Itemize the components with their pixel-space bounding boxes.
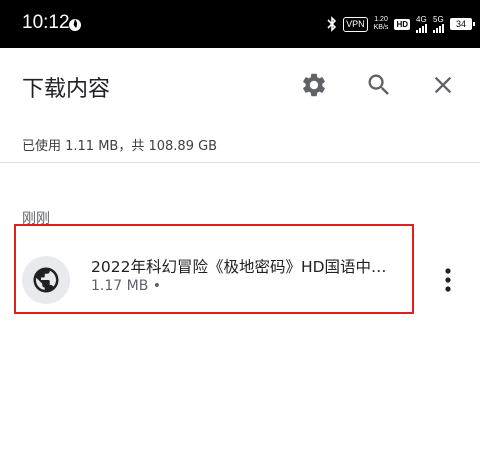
search-button[interactable] — [359, 65, 399, 105]
status-time: 10:12 — [22, 12, 70, 33]
divider — [0, 162, 480, 163]
more-options-button[interactable] — [436, 262, 460, 298]
hd-badge: HD — [394, 18, 410, 30]
page-title: 下载内容 — [22, 77, 111, 102]
storage-summary: 已使用 1.11 MB，共 108.89 GB — [22, 139, 218, 154]
battery-indicator: 34 — [450, 18, 475, 30]
vpn-badge: VPN — [343, 16, 368, 32]
gear-icon — [303, 73, 325, 97]
download-item-avatar — [22, 256, 70, 304]
more-vert-icon — [445, 268, 451, 292]
settings-button[interactable] — [294, 65, 334, 105]
download-item-meta: 1.17 MB • — [91, 278, 162, 294]
close-icon — [434, 76, 452, 94]
globe-icon — [33, 267, 59, 293]
close-button[interactable] — [423, 65, 463, 105]
bluetooth-icon — [327, 16, 337, 32]
network-speed: 1.20 KB/s — [373, 16, 389, 31]
signal-5g: 5G — [433, 15, 444, 33]
status-bar: 10:12 VPN 1.20 KB/s HD 4G 5G 34 — [0, 0, 480, 48]
search-icon — [368, 74, 389, 95]
status-icons: VPN 1.20 KB/s HD 4G 5G 34 — [327, 0, 475, 48]
app-notification-icon — [69, 19, 81, 31]
signal-4g: 4G — [416, 15, 427, 33]
download-item-name[interactable]: 2022年科幻冒险《极地密码》HD国语中… — [91, 255, 411, 277]
